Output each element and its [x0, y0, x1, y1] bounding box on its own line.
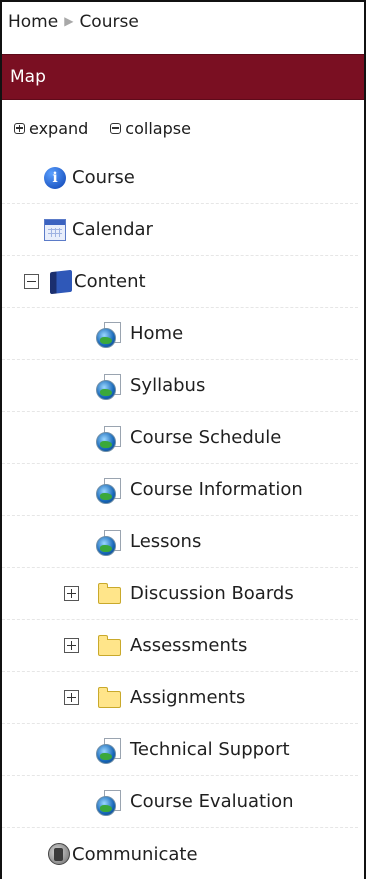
globe-icon [96, 796, 116, 816]
tree-item-label: Course Information [130, 479, 303, 500]
expand-toggle-icon[interactable] [64, 638, 79, 653]
collapse-toggle-icon[interactable] [24, 274, 39, 289]
tree-item-course-schedule[interactable]: Course Schedule [2, 412, 358, 464]
tree-item-label: Content [74, 271, 146, 292]
tree-item-lessons[interactable]: Lessons [2, 516, 358, 568]
folder-icon [98, 583, 121, 604]
tree-item-label: Course Schedule [130, 427, 282, 448]
collapse-icon [110, 122, 122, 134]
breadcrumb-current[interactable]: Course [79, 12, 138, 32]
breadcrumb-separator-icon: ▶ [64, 14, 74, 28]
tree-item-syllabus[interactable]: Syllabus [2, 360, 358, 412]
globe-icon [96, 536, 116, 556]
globe-icon [96, 380, 116, 400]
globe-icon [96, 432, 116, 452]
tree-item-content[interactable]: Content [2, 256, 358, 308]
phone-icon [48, 843, 70, 865]
breadcrumb-home[interactable]: Home [8, 12, 58, 32]
globe-icon [96, 328, 116, 348]
tree-item-course-information[interactable]: Course Information [2, 464, 358, 516]
tree-item-assessments[interactable]: Assessments [2, 620, 358, 672]
expand-all-button[interactable]: expand [14, 119, 88, 138]
globe-icon [96, 484, 116, 504]
folder-icon [98, 635, 121, 656]
tree-item-label: Assessments [130, 635, 248, 656]
tree-item-calendar[interactable]: Calendar [2, 204, 358, 256]
tree-item-label: Course Evaluation [130, 791, 294, 812]
expand-toggle-icon[interactable] [64, 586, 79, 601]
tree-item-discussion-boards[interactable]: Discussion Boards [2, 568, 358, 620]
tree-item-home[interactable]: Home [2, 308, 358, 360]
collapse-all-button[interactable]: collapse [110, 119, 191, 138]
calendar-icon [44, 218, 66, 241]
tree-item-label: Course [72, 167, 135, 188]
tree-item-label: Syllabus [130, 375, 206, 396]
tree-item-label: Communicate [72, 843, 198, 865]
expand-toggle-icon[interactable] [64, 690, 79, 705]
tree-item-label: Lessons [130, 531, 202, 552]
folder-icon [98, 687, 121, 708]
tree-item-communicate[interactable]: Communicate [2, 828, 358, 880]
tree-item-label: Assignments [130, 687, 246, 708]
tree-item-label: Discussion Boards [130, 583, 294, 604]
tree-item-course[interactable]: i Course [2, 152, 358, 204]
tree-item-label: Home [130, 323, 184, 344]
tree-item-label: Calendar [72, 219, 153, 240]
info-icon: i [44, 166, 66, 189]
map-title: Map [10, 67, 46, 87]
expand-icon [14, 122, 25, 134]
tree-controls: expand collapse [2, 118, 364, 138]
book-icon [50, 269, 72, 294]
course-map-panel: Home ▶ Course Map expand collapse i Cour… [0, 0, 366, 879]
globe-icon [96, 744, 116, 764]
tree-item-assignments[interactable]: Assignments [2, 672, 358, 724]
tree-item-label: Technical Support [130, 739, 290, 760]
tree-item-course-evaluation[interactable]: Course Evaluation [2, 776, 358, 828]
collapse-label: collapse [125, 118, 191, 138]
map-header: Map [2, 54, 364, 100]
expand-label: expand [29, 118, 89, 138]
breadcrumb: Home ▶ Course [2, 2, 364, 42]
tree-item-technical-support[interactable]: Technical Support [2, 724, 358, 776]
